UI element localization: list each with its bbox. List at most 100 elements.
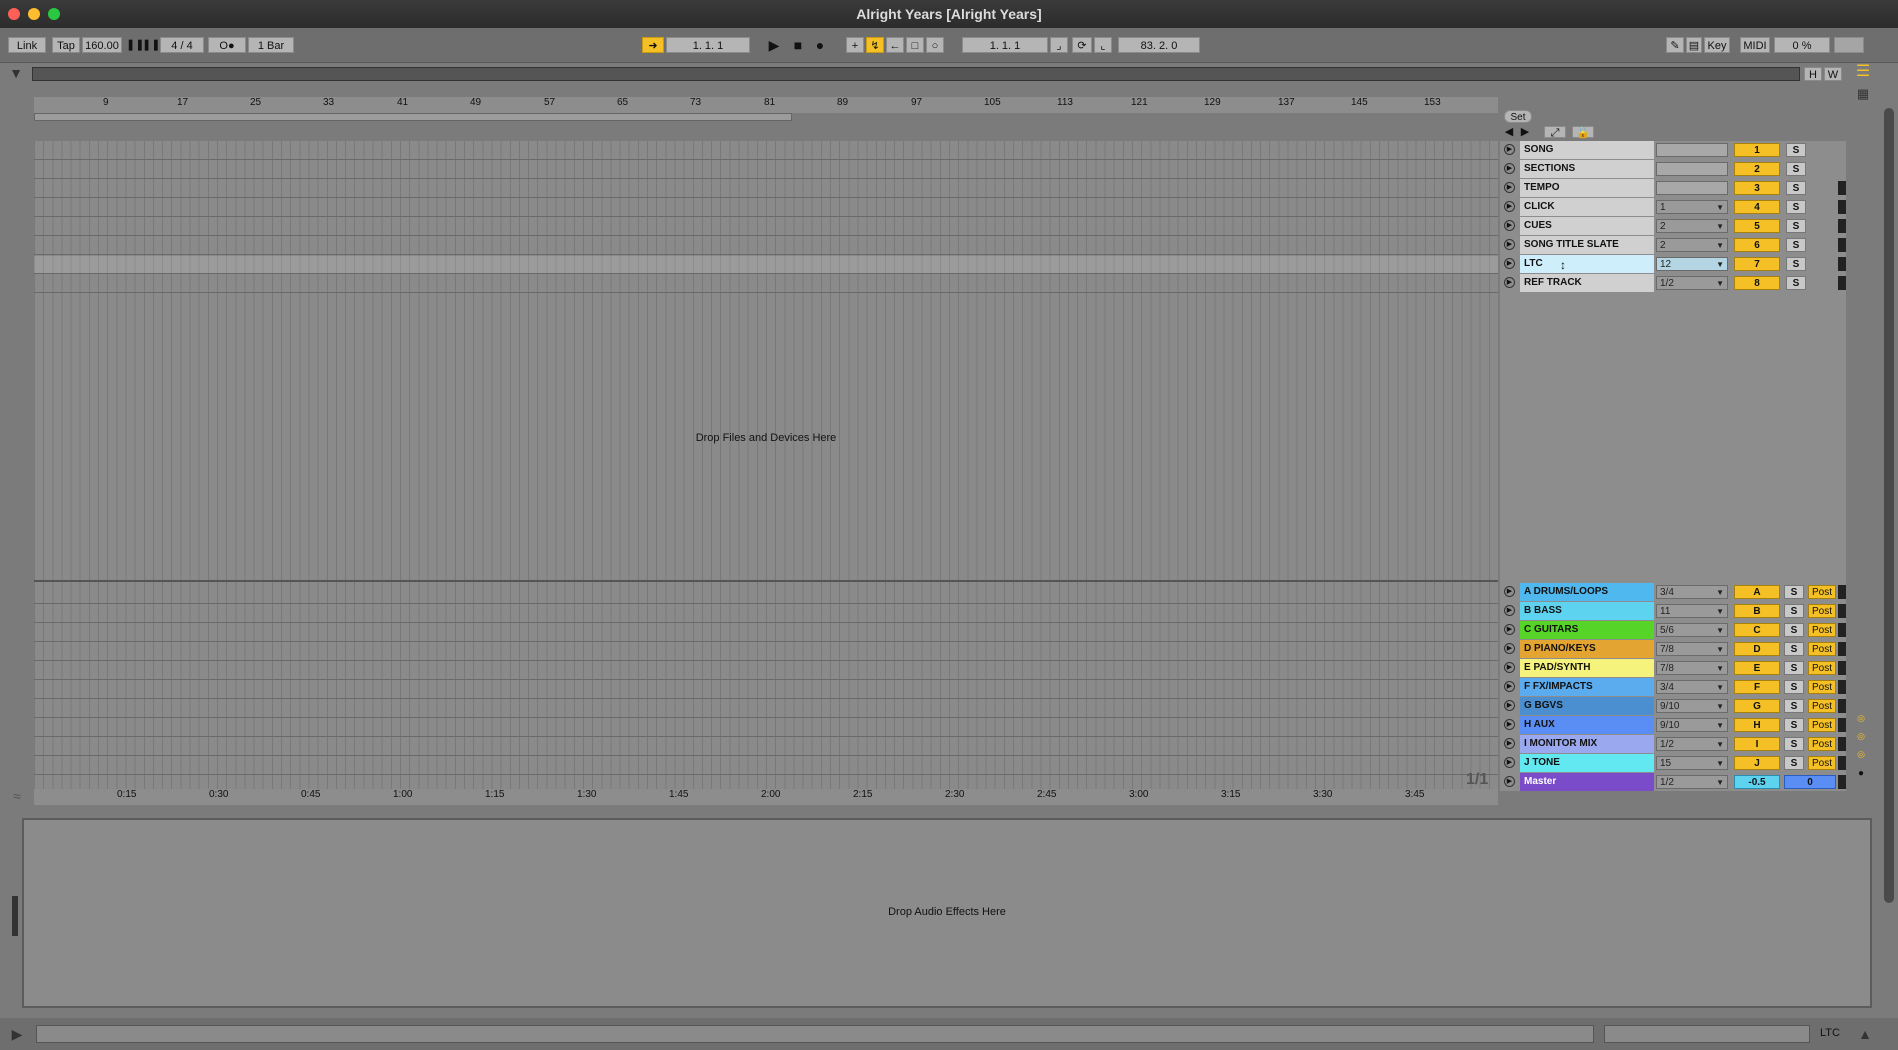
play-clip-icon[interactable]: ▶ xyxy=(1504,605,1515,616)
return-track-name[interactable]: I MONITOR MIX xyxy=(1520,735,1654,753)
arrangement-view[interactable] xyxy=(34,141,1498,791)
track-input-select[interactable] xyxy=(1656,162,1728,176)
browser-toggle-icon[interactable]: ☰ xyxy=(1854,64,1872,80)
delay-toggle-icon[interactable]: ● xyxy=(1854,766,1868,782)
solo-button[interactable]: S xyxy=(1786,276,1806,290)
toggle-view-icon[interactable]: ▶ xyxy=(8,1026,26,1042)
track-activator-button[interactable]: G xyxy=(1734,699,1780,713)
track-input-select[interactable] xyxy=(1656,143,1728,157)
track-activator-button[interactable]: 6 xyxy=(1734,238,1780,252)
session-record-icon[interactable]: ○ xyxy=(926,37,944,53)
stop-icon[interactable]: ■ xyxy=(790,37,806,53)
track-activator-button[interactable]: 4 xyxy=(1734,200,1780,214)
solo-button[interactable]: S xyxy=(1786,238,1806,252)
post-send-button[interactable]: Post xyxy=(1808,585,1836,599)
play-clip-icon[interactable]: ▶ xyxy=(1504,220,1515,231)
return-track-name[interactable]: C GUITARS xyxy=(1520,621,1654,639)
return-track-name[interactable]: G BGVS xyxy=(1520,697,1654,715)
set-locator-button[interactable]: Set xyxy=(1504,110,1532,123)
follow-icon[interactable]: ➜ xyxy=(642,37,664,53)
return-track-row[interactable]: ▶ E PAD/SYNTH 7/8 ▼ E S Post xyxy=(1502,659,1846,677)
solo-button[interactable]: S xyxy=(1784,604,1804,618)
play-clip-icon[interactable]: ▶ xyxy=(1504,757,1515,768)
play-clip-icon[interactable]: ▶ xyxy=(1504,681,1515,692)
track-row[interactable]: ▶ TEMPO 3 S xyxy=(1502,179,1846,197)
post-send-button[interactable]: Post xyxy=(1808,737,1836,751)
track-name[interactable]: SONG TITLE SLATE xyxy=(1520,236,1654,254)
master-volume-field[interactable]: -0.5 xyxy=(1734,775,1780,789)
return-track-name[interactable]: A DRUMS/LOOPS xyxy=(1520,583,1654,601)
track-input-select[interactable]: 11 ▼ xyxy=(1656,604,1728,618)
post-send-button[interactable]: Post xyxy=(1808,756,1836,770)
return-track-row[interactable]: ▶ B BASS 11 ▼ B S Post xyxy=(1502,602,1846,620)
solo-button[interactable]: S xyxy=(1784,737,1804,751)
track-input-select[interactable]: 12 ▼ xyxy=(1656,257,1728,271)
track-input-select[interactable]: 2 ▼ xyxy=(1656,238,1728,252)
play-clip-icon[interactable]: ▶ xyxy=(1504,258,1515,269)
track-activator-button[interactable]: H xyxy=(1734,718,1780,732)
track-input-select[interactable]: 5/6 ▼ xyxy=(1656,623,1728,637)
solo-button[interactable]: S xyxy=(1784,585,1804,599)
return-track-row[interactable]: ▶ A DRUMS/LOOPS 3/4 ▼ A S Post xyxy=(1502,583,1846,601)
detail-toggle-icon[interactable]: ▲ xyxy=(1856,1026,1874,1042)
track-input-select[interactable]: 1/2 ▼ xyxy=(1656,276,1728,290)
key-map-button[interactable]: Key xyxy=(1704,37,1730,53)
track-activator-button[interactable]: A xyxy=(1734,585,1780,599)
link-button[interactable]: Link xyxy=(8,37,46,53)
play-clip-icon[interactable]: ▶ xyxy=(1504,163,1515,174)
track-input-select[interactable]: 1 ▼ xyxy=(1656,200,1728,214)
play-clip-icon[interactable]: ▶ xyxy=(1504,586,1515,597)
track-name[interactable]: REF TRACK xyxy=(1520,274,1654,292)
nudge-down-icon[interactable]: ❚❚ xyxy=(126,37,144,53)
track-activator-button[interactable]: B xyxy=(1734,604,1780,618)
solo-button[interactable]: S xyxy=(1784,756,1804,770)
play-clip-icon[interactable]: ▶ xyxy=(1504,201,1515,212)
play-clip-icon[interactable]: ▶ xyxy=(1504,277,1515,288)
next-locator-icon[interactable]: ▶ xyxy=(1518,124,1532,140)
track-activator-button[interactable]: 2 xyxy=(1734,162,1780,176)
track-input-select[interactable]: 3/4 ▼ xyxy=(1656,585,1728,599)
io-toggle-icon[interactable]: ◎ xyxy=(1854,710,1868,726)
loop-start-field[interactable]: 1. 1. 1 xyxy=(962,37,1048,53)
track-activator-button[interactable]: 1 xyxy=(1734,143,1780,157)
track-input-select[interactable]: 15 ▼ xyxy=(1656,756,1728,770)
return-track-name[interactable]: B BASS xyxy=(1520,602,1654,620)
track-activator-button[interactable]: F xyxy=(1734,680,1780,694)
time-ruler[interactable]: 0:15 0:30 0:45 1:00 1:15 1:30 1:45 2:00 … xyxy=(34,789,1498,805)
track-input-select[interactable]: 9/10 ▼ xyxy=(1656,699,1728,713)
track-row-selected[interactable]: ▶ LTC 12 ▼ 7 S xyxy=(1502,255,1846,273)
track-activator-button[interactable]: E xyxy=(1734,661,1780,675)
solo-button[interactable]: S xyxy=(1784,680,1804,694)
loop-length-field[interactable]: 83. 2. 0 xyxy=(1118,37,1200,53)
draw-mode-icon[interactable]: ✎ xyxy=(1666,37,1684,53)
play-icon[interactable]: ▶ xyxy=(766,37,782,53)
solo-button[interactable]: S xyxy=(1784,661,1804,675)
return-track-name[interactable]: D PIANO/KEYS xyxy=(1520,640,1654,658)
mixer-toggle-icon[interactable]: ◎ xyxy=(1854,746,1868,762)
quantize-select[interactable]: 1 Bar xyxy=(248,37,294,53)
play-clip-icon[interactable]: ▶ xyxy=(1504,624,1515,635)
return-track-name[interactable]: H AUX xyxy=(1520,716,1654,734)
session-view-icon[interactable]: ▦ xyxy=(1854,86,1872,102)
solo-button[interactable]: S xyxy=(1786,200,1806,214)
return-track-row[interactable]: ▶ F FX/IMPACTS 3/4 ▼ F S Post xyxy=(1502,678,1846,696)
overview-toggle-icon[interactable]: ▼ xyxy=(8,65,24,81)
track-name[interactable]: LTC xyxy=(1520,255,1654,273)
track-activator-button[interactable]: I xyxy=(1734,737,1780,751)
return-track-row[interactable]: ▶ I MONITOR MIX 1/2 ▼ I S Post xyxy=(1502,735,1846,753)
automation-arm-icon[interactable]: ↯ xyxy=(866,37,884,53)
master-track-row[interactable]: ▶ Master 1/2 ▼ -0.5 0 xyxy=(1502,773,1846,791)
post-send-button[interactable]: Post xyxy=(1808,623,1836,637)
vertical-scrollbar[interactable] xyxy=(1884,108,1894,903)
loop-switch-icon[interactable]: ⟳ xyxy=(1072,37,1092,53)
track-activator-button[interactable]: 5 xyxy=(1734,219,1780,233)
beat-time-ruler[interactable]: 9 17 25 33 41 49 57 65 73 81 89 97 105 1… xyxy=(34,97,1498,113)
back-to-arrangement-icon[interactable]: ← xyxy=(886,37,904,53)
track-input-select[interactable]: 3/4 ▼ xyxy=(1656,680,1728,694)
tempo-field[interactable]: 160.00 xyxy=(82,37,122,53)
track-activator-button[interactable]: J xyxy=(1734,756,1780,770)
post-send-button[interactable]: Post xyxy=(1808,680,1836,694)
track-row[interactable]: ▶ CUES 2 ▼ 5 S xyxy=(1502,217,1846,235)
post-send-button[interactable]: Post xyxy=(1808,642,1836,656)
play-clip-icon[interactable]: ▶ xyxy=(1504,700,1515,711)
